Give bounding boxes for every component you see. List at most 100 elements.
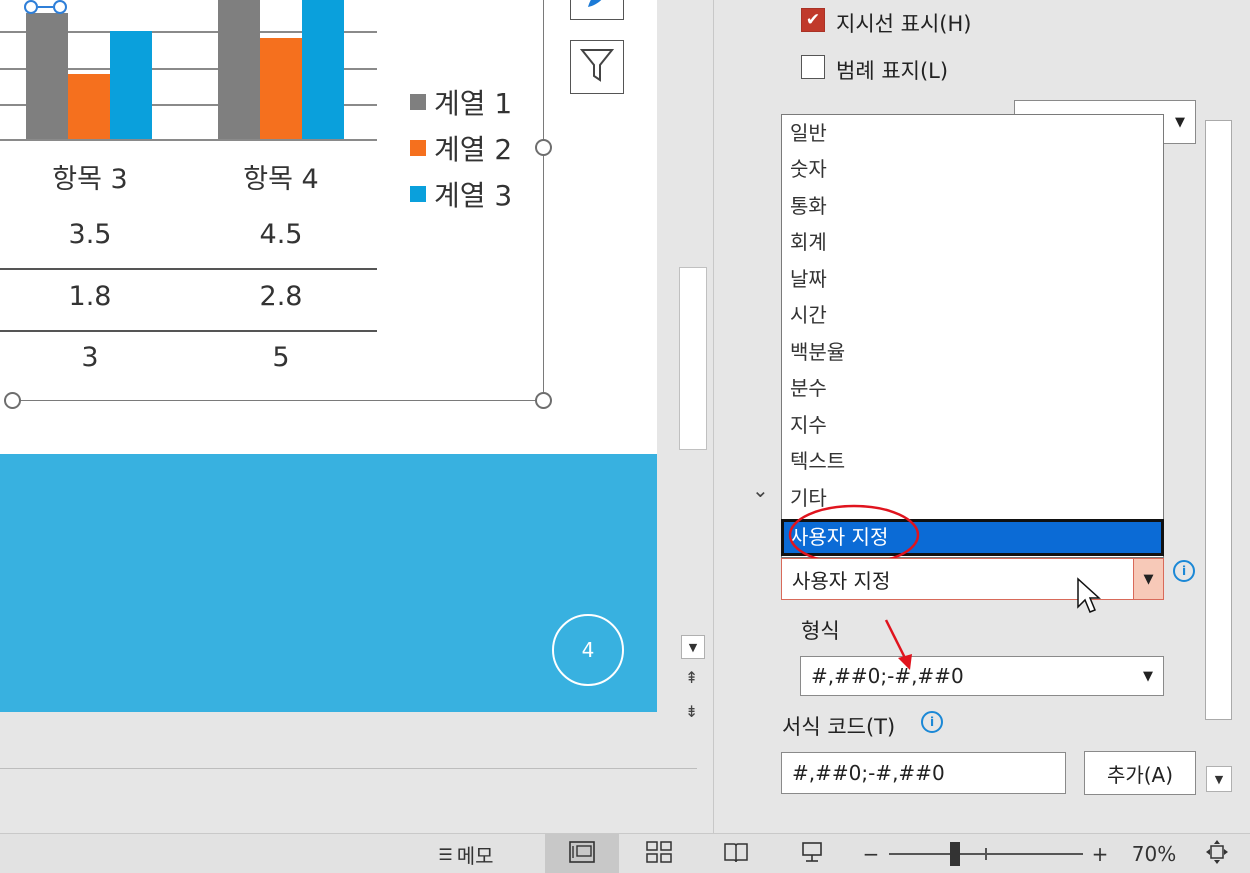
- add-format-button[interactable]: 추가(A): [1084, 751, 1196, 795]
- bar-계열3-1[interactable]: [302, 0, 344, 139]
- info-icon[interactable]: i: [921, 711, 943, 733]
- notes-label: 메모: [456, 843, 494, 868]
- category-label: 항목 3: [52, 164, 128, 195]
- table-cell: 5: [272, 342, 290, 373]
- collapse-chevron-icon[interactable]: ⌄: [752, 478, 769, 502]
- prev-slide-button[interactable]: ⇞: [685, 668, 698, 687]
- type-label: 형식: [801, 619, 840, 643]
- dropdown-arrow-icon[interactable]: ▼: [1133, 559, 1163, 599]
- legend-label: 계열 1: [434, 87, 513, 120]
- normal-view-button[interactable]: [545, 834, 619, 873]
- category-combo[interactable]: 사용자 지정 ▼: [781, 558, 1164, 600]
- category-dropdown-list[interactable]: 일반 숫자 통화 회계 날짜 시간 백분율 분수 지수 텍스트 기타: [781, 114, 1164, 558]
- bar-계열3-0[interactable]: [110, 31, 152, 139]
- leader-lines-checkbox[interactable]: ✔: [801, 8, 825, 32]
- zoom-slider-thumb[interactable]: [950, 842, 960, 866]
- plot-area-handle[interactable]: [53, 0, 67, 14]
- scroll-down-button[interactable]: ▼: [681, 635, 705, 659]
- legend-entry: 계열 1: [410, 79, 512, 125]
- bar-계열2-0[interactable]: [68, 74, 110, 139]
- double-down-arrow-icon: ⇟: [685, 702, 699, 721]
- notes-button[interactable]: ☰ 메모: [420, 834, 512, 873]
- arrow-down-icon: ▼: [1214, 772, 1224, 786]
- list-item[interactable]: 숫자: [790, 151, 827, 187]
- funnel-icon: [579, 47, 615, 87]
- reading-view-button[interactable]: [706, 834, 766, 873]
- format-code-label: 서식 코드(T): [782, 715, 896, 739]
- grid-view-icon: [646, 840, 672, 868]
- table-cell: 3: [81, 342, 99, 373]
- book-icon: [723, 841, 749, 868]
- zoom-level[interactable]: 70%: [1124, 834, 1184, 873]
- next-slide-button[interactable]: ⇟: [685, 702, 698, 721]
- brush-icon: [582, 0, 612, 13]
- chart-bars[interactable]: [0, 0, 377, 140]
- info-icon[interactable]: i: [1173, 560, 1195, 582]
- chart-style-button[interactable]: [570, 0, 624, 20]
- plot-area-edge: [38, 6, 53, 8]
- bar-계열1-1[interactable]: [218, 0, 260, 139]
- list-item[interactable]: 회계: [790, 224, 827, 260]
- format-code-input[interactable]: #,##0;-#,##0: [781, 752, 1066, 794]
- slide-scroll-thumb[interactable]: [679, 267, 707, 450]
- table-cell: 2.8: [259, 281, 303, 312]
- bar-계열1-0[interactable]: [26, 13, 68, 139]
- table-cell: 1.8: [68, 281, 112, 312]
- legend-label: 계열 2: [434, 133, 513, 166]
- list-item[interactable]: 통화: [790, 188, 827, 224]
- bar-계열2-1[interactable]: [260, 38, 302, 139]
- dropdown-arrow-icon: ▼: [1175, 114, 1185, 130]
- annotation-arrow: [884, 619, 912, 670]
- legend-entry: 계열 2: [410, 125, 512, 171]
- resize-handle-bottom-left[interactable]: [4, 392, 21, 409]
- type-combo[interactable]: #,##0;-#,##0 ▼: [800, 656, 1164, 696]
- category-label: 항목 4: [243, 164, 319, 195]
- legend-swatch: [410, 140, 426, 156]
- list-item[interactable]: 일반: [790, 115, 827, 151]
- presentation-icon: [800, 841, 824, 868]
- mouse-cursor-icon: [1077, 577, 1101, 613]
- zoom-out-button[interactable]: −: [858, 834, 884, 873]
- list-item[interactable]: 백분율: [790, 334, 845, 370]
- list-item[interactable]: 날짜: [790, 261, 827, 297]
- legend-swatch: [410, 94, 426, 110]
- list-item[interactable]: 지수: [790, 407, 827, 443]
- checkmark-icon: ✔: [805, 10, 821, 30]
- table-cell: 4.5: [259, 219, 303, 250]
- slide-page-number: 4: [552, 614, 624, 686]
- resize-handle-right[interactable]: [535, 139, 552, 156]
- panel-scroll-thumb[interactable]: [1205, 120, 1232, 720]
- slide-sorter-button[interactable]: [629, 834, 689, 873]
- slideshow-button[interactable]: [782, 834, 842, 873]
- fit-to-window-button[interactable]: [1200, 834, 1234, 873]
- panel-scroll-down-button[interactable]: ▼: [1206, 766, 1232, 792]
- type-combo-value: #,##0;-#,##0: [811, 664, 964, 688]
- annotation-ellipse: [788, 504, 920, 566]
- table-rule: [0, 330, 377, 332]
- chart-filter-button[interactable]: [570, 40, 624, 94]
- legend-entry: 계열 3: [410, 171, 512, 217]
- legend-swatch: [410, 186, 426, 202]
- notes-divider[interactable]: [0, 768, 697, 769]
- zoom-slider-center-tick: [985, 848, 987, 860]
- chart-legend[interactable]: 계열 1 계열 2 계열 3: [410, 79, 512, 217]
- fit-window-icon: [1205, 839, 1229, 870]
- legend-key-label: 범례 표지(L): [836, 59, 949, 83]
- list-item[interactable]: 텍스트: [790, 443, 845, 479]
- notes-icon: ☰: [438, 844, 453, 864]
- resize-handle-bottom-right[interactable]: [535, 392, 552, 409]
- table-rule: [0, 268, 377, 270]
- normal-view-icon: [569, 840, 595, 868]
- slide-editing-pane: 4 항목 3 항목 4 3.5 4.5 1.8 2.8 3 5 계열 1 계열 …: [0, 0, 713, 833]
- dropdown-arrow-icon[interactable]: ▼: [1133, 657, 1163, 695]
- list-item[interactable]: 분수: [790, 370, 827, 406]
- legend-key-checkbox[interactable]: [801, 55, 825, 79]
- double-up-arrow-icon: ⇞: [685, 668, 699, 687]
- zoom-in-button[interactable]: +: [1087, 834, 1113, 873]
- slide-blue-band: [0, 454, 657, 712]
- format-code-value: #,##0;-#,##0: [792, 761, 945, 785]
- legend-label: 계열 3: [434, 179, 513, 212]
- table-cell: 3.5: [68, 219, 112, 250]
- list-item[interactable]: 시간: [790, 297, 827, 333]
- plot-area-handle[interactable]: [24, 0, 38, 14]
